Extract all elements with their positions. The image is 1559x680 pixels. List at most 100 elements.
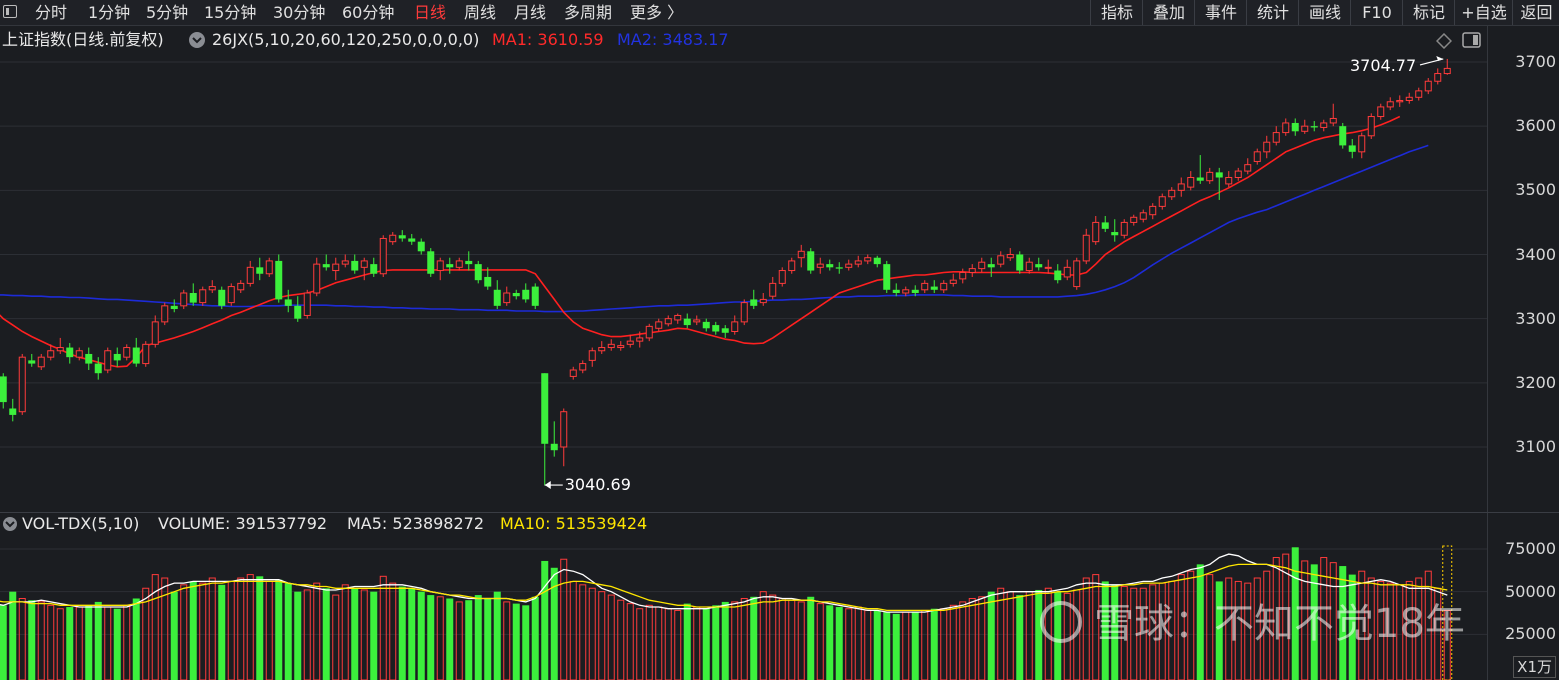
volume-bar [873,610,881,680]
watermark-text: 雪球：不知不觉18年 [1094,601,1465,647]
volume-bar [123,604,131,680]
candle-body [151,321,159,345]
candle-body [446,264,454,268]
volume-bar [892,613,900,680]
candle-body [1063,266,1071,278]
volume-bar [246,574,254,680]
candle-body [1272,132,1280,143]
candle-body [1358,135,1366,153]
volume-bar [816,603,824,680]
candle-body [731,321,739,332]
volume-bar [940,608,948,680]
candle-body [902,289,910,294]
kline-chart[interactable] [0,0,1487,680]
candle-body [959,271,967,280]
volume-bar [978,596,986,680]
candle-body [170,305,178,310]
volume-bar [607,594,615,680]
candle-body [1101,222,1109,229]
candle-body [161,305,169,323]
candle-body [398,235,406,239]
candle-body [275,260,283,300]
candle-body [655,321,663,329]
candle-body [664,318,672,325]
volume-bar [9,591,17,680]
low-price-label: 3040.69 [564,475,631,495]
candle-body [0,376,7,403]
volume-bar [655,606,663,680]
volume-bar [560,558,568,680]
candle-body [911,289,919,293]
candle-body [75,350,83,358]
candle-body [1035,264,1043,268]
candle-body [569,369,577,377]
volume-bar [778,597,786,680]
candle-body [503,292,511,304]
candle-body [218,289,226,306]
volume-bar [797,601,805,680]
candle-body [978,261,986,270]
volume-bar [959,601,967,680]
candle-body [1301,125,1309,132]
volume-bar [864,609,872,680]
candle-body [28,360,36,364]
volume-bar [94,601,102,680]
candle-body [427,251,435,274]
volume-unit-label[interactable]: X1万 [1513,656,1556,678]
candle-body [712,325,720,332]
low-arrow-head [544,481,551,490]
volume-bar [436,596,444,680]
candle-body [465,260,473,265]
candle-body [1196,177,1204,181]
volume-bar [37,601,45,680]
candle-body [313,263,321,294]
candle-body [85,353,93,364]
candle-body [66,347,74,358]
volume-bar [85,605,93,680]
volume-bar [18,597,26,680]
candle-body [550,443,558,451]
candle-body [322,264,330,268]
candle-body [864,257,872,262]
candle-body [1424,80,1432,92]
candle-body [816,263,824,268]
candle-body [560,411,568,448]
candle-body [1282,122,1290,134]
volume-bar [132,598,140,680]
candle-body [1120,221,1128,236]
price-tick-label: 3500 [1515,180,1556,200]
volume-bar [104,606,112,680]
candle-body [284,299,292,306]
candle-body [389,234,397,243]
candle-body [341,260,349,265]
candle-body [807,251,815,271]
candle-body [1025,261,1033,272]
candle-body [588,350,596,361]
candle-body [1339,126,1347,146]
candle-body [854,260,862,265]
candle-body [189,293,197,303]
candle-body [1377,106,1385,118]
candle-body [9,408,17,415]
volume-bar [845,608,853,680]
candle-body [740,302,748,323]
candle-body [921,282,929,291]
volume-bar [987,591,995,680]
volume-bar [835,607,843,680]
candle-body [436,260,444,272]
candle-body [1082,234,1090,262]
candle-body [1006,254,1014,259]
candle-body [256,267,264,274]
volume-bar [303,589,311,680]
watermark: 雪球：不知不觉18年 [1040,600,1465,648]
candle-body [208,286,216,291]
volume-bar [389,582,397,680]
candle-body [237,282,245,291]
volume-bar [237,577,245,680]
back-button[interactable]: 返回 [1512,0,1559,25]
volume-bar [417,591,425,680]
candle-body [56,347,64,352]
volume-tick-label: 50000 [1505,581,1556,601]
volume-bar [740,597,748,680]
volume-bar [636,608,644,680]
